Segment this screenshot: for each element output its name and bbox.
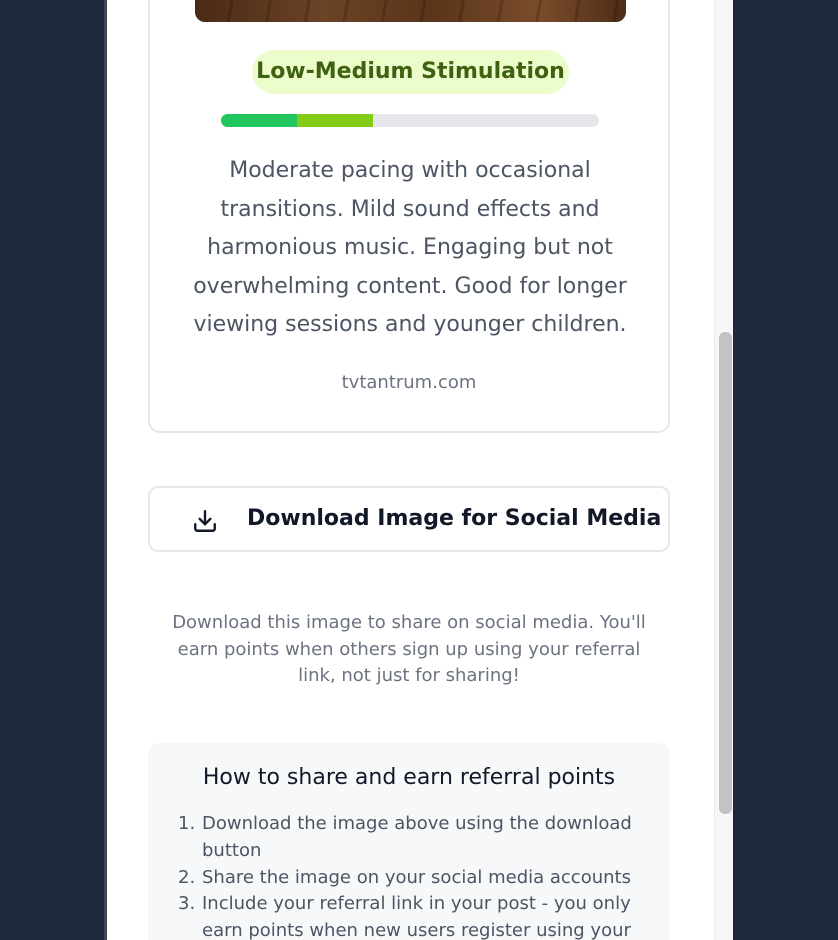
step-number: 3. bbox=[178, 893, 196, 915]
download-icon bbox=[194, 510, 216, 532]
stimulation-meter bbox=[221, 114, 599, 127]
list-item: 3. Include your referral link in your po… bbox=[178, 891, 656, 940]
howto-title: How to share and earn referral points bbox=[202, 765, 616, 790]
step-number: 2. bbox=[178, 866, 196, 888]
howto-box: How to share and earn referral points 1.… bbox=[148, 743, 670, 940]
share-panel: Low-Medium Stimulation Moderate pacing w… bbox=[104, 0, 733, 940]
howto-steps: 1. Download the image above using the do… bbox=[178, 811, 656, 940]
step-text: Include your referral link in your post … bbox=[202, 893, 631, 940]
stimulation-badge: Low-Medium Stimulation bbox=[252, 50, 569, 94]
download-button-label: Download Image for Social Media bbox=[247, 506, 662, 531]
rating-card: Low-Medium Stimulation Moderate pacing w… bbox=[148, 0, 670, 433]
meter-segment-medium bbox=[297, 114, 373, 127]
download-image-button[interactable]: Download Image for Social Media bbox=[148, 486, 670, 552]
list-item: 1. Download the image above using the do… bbox=[178, 811, 656, 865]
stimulation-description: Moderate pacing with occasional transiti… bbox=[193, 158, 627, 337]
meter-segment-low bbox=[221, 114, 297, 127]
show-thumbnail-image bbox=[195, 0, 626, 22]
step-text: Download the image above using the downl… bbox=[202, 813, 632, 861]
scrollbar-thumb[interactable] bbox=[719, 332, 732, 814]
referral-note: Download this image to share on social m… bbox=[172, 612, 646, 686]
source-label: tvtantrum.com bbox=[341, 372, 477, 393]
list-item: 2. Share the image on your social media … bbox=[178, 865, 656, 892]
step-text: Share the image on your social media acc… bbox=[202, 866, 631, 888]
step-number: 1. bbox=[178, 813, 196, 834]
